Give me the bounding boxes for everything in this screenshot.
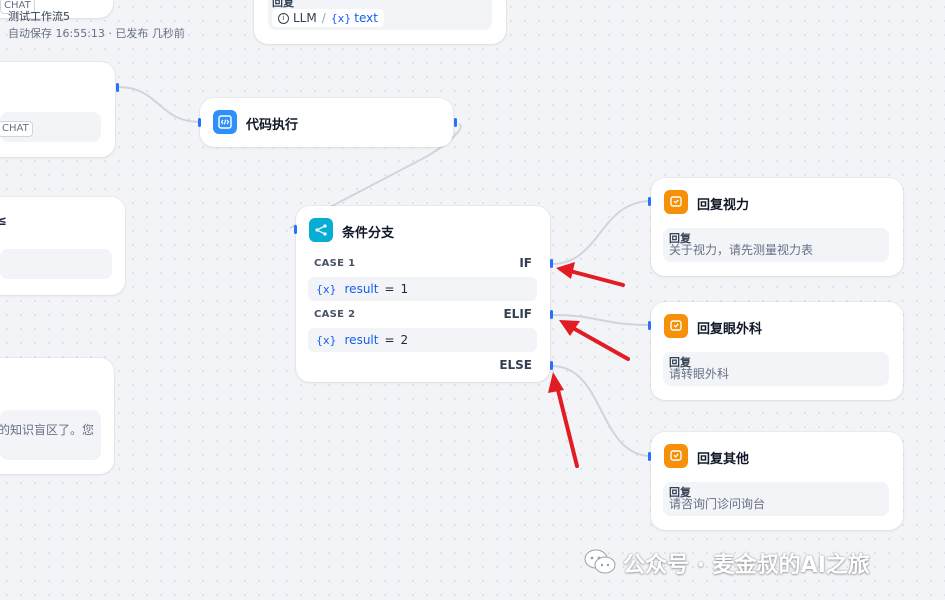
autosave-status: 自动保存 16:55:13 · 已发布 几秒前 [8,27,185,40]
case2-variable: result [344,333,379,347]
if-branch-label: IF [519,256,532,270]
llm-variable-chip[interactable]: i LLM / {x} text [272,9,384,27]
code-source-handle[interactable] [454,118,457,127]
reply-node-title: 回复视力 [697,198,750,213]
reply-icon [664,314,688,338]
info-icon: i [278,12,289,24]
code-execution-node[interactable]: 代码执行 [200,98,453,147]
reply-text: 关于视力，请先测量视力表 [669,243,814,257]
variable-icon: {x} [316,333,337,347]
reply-target-handle[interactable] [648,452,651,461]
reply-text: 请转眼外科 [669,367,730,381]
llm-label: LLM [293,11,317,25]
if-else-node[interactable]: 条件分支 CASE 1 IF {x} result = 1 CASE 2 ELI… [296,206,550,382]
case2-condition[interactable]: {x} result = 2 [308,328,537,352]
case1-variable: result [344,282,379,296]
case1-value: 1 [400,282,409,296]
edge-else-to-other [551,365,652,457]
reply-node-title: 回复其他 [697,452,750,467]
variable-icon: {x} [316,282,337,296]
edge-if-to-eye [551,200,652,265]
partial-node-left-2[interactable] [0,197,125,295]
code-node-title: 代码执行 [246,118,299,133]
reply-icon [664,190,688,214]
watermark-text: 公众号 · 麦金叔的AI之旅 [623,553,870,578]
code-icon [213,110,237,134]
variable-icon: {x} [330,11,352,25]
reply-node-title: 回复眼外科 [697,322,763,337]
else-source-handle[interactable] [550,361,553,370]
branch-icon [309,218,333,242]
wechat-icon [583,548,617,576]
code-target-handle[interactable] [198,118,201,127]
reply-text: 请咨询门诊问询台 [669,497,766,511]
reply-node-eyesight[interactable]: 回复视力 回复 关于视力，请先测量视力表 [651,178,903,276]
partial-node-left-1[interactable] [0,62,115,157]
case1-condition[interactable]: {x} result = 1 [308,277,537,301]
if-source-handle[interactable] [550,259,553,268]
else-branch-label: ELSE [499,358,532,372]
case2-label: CASE 2 [314,309,356,320]
reply-node-eye-surgery[interactable]: 回复眼外科 回复 请转眼外科 [651,302,903,400]
workflow-name[interactable]: 测试工作流5 [8,8,70,24]
if-target-handle[interactable] [294,225,297,234]
chat-tag: CHAT [0,121,33,137]
partial-title-glyph: ≤ [0,214,7,229]
partial-answer-text: 的知识盲区了。您 [0,423,95,437]
source-handle[interactable] [116,83,119,92]
partial-node-left-3[interactable] [0,358,114,474]
reply-node-other[interactable]: 回复其他 回复 请咨询门诊问询台 [651,432,903,530]
elif-source-handle[interactable] [550,310,553,319]
if-node-title: 条件分支 [342,226,395,241]
text-var-label: text [354,11,378,25]
case2-operator: = [384,333,395,347]
case1-label: CASE 1 [314,258,356,269]
case1-operator: = [384,282,395,296]
elif-branch-label: ELIF [503,307,532,321]
reply-target-handle[interactable] [648,197,651,206]
edge-left-to-code [117,86,201,123]
case2-value: 2 [400,333,409,347]
reply-icon [664,444,688,468]
reply-target-handle[interactable] [648,321,651,330]
